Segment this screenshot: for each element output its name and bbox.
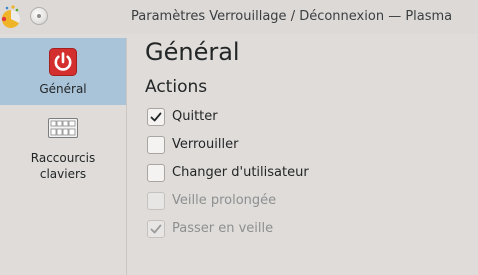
sidebar-item-keyboard-shortcuts[interactable]: Raccourcis claviers [0, 114, 126, 188]
sidebar-item-label: Général [39, 82, 87, 96]
checkbox[interactable] [147, 164, 165, 182]
page-title: Général [145, 38, 240, 66]
checkmark-icon [150, 112, 162, 122]
checkbox[interactable] [147, 136, 165, 154]
settings-window: Paramètres Verrouillage / Déconnexion — … [0, 0, 478, 275]
option-label: Passer en veille [172, 221, 274, 236]
app-menu-icon[interactable] [0, 4, 22, 30]
checkbox [147, 192, 165, 210]
checkbox[interactable] [147, 108, 165, 126]
keep-on-top-button[interactable] [30, 7, 48, 25]
checkbox [147, 220, 165, 238]
window-title: Paramètres Verrouillage / Déconnexion — … [131, 9, 453, 24]
option-label: Changer d'utilisateur [172, 165, 309, 180]
option-label: Verrouiller [172, 137, 239, 152]
title-bar: Paramètres Verrouillage / Déconnexion — … [0, 0, 478, 34]
checkmark-icon [150, 224, 162, 234]
sidebar-item-general[interactable]: Général [0, 38, 126, 105]
option-label: Veille prolongée [172, 193, 277, 208]
power-icon [49, 48, 77, 76]
sidebar-item-label: Raccourcis claviers [30, 151, 96, 181]
option-label: Quitter [172, 109, 218, 124]
keyboard-icon [48, 118, 78, 138]
section-title: Actions [145, 77, 208, 97]
sidebar: Général Raccourcis claviers [0, 38, 127, 275]
